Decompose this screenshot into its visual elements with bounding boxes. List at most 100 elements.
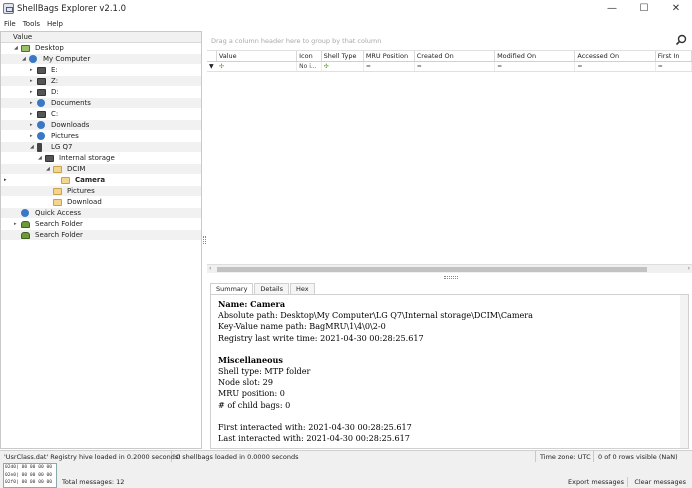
drive-icon <box>37 67 46 74</box>
summary-vertical-scrollbar[interactable] <box>680 295 688 448</box>
column-filter-cell[interactable]: = <box>364 62 415 71</box>
summary-node-slot: Node slot: 29 <box>218 377 273 388</box>
tree-item[interactable]: ▸ E: <box>1 65 201 76</box>
expand-toggle-icon[interactable]: ◢ <box>14 43 20 54</box>
tab-details[interactable]: Details <box>254 283 289 294</box>
tree-item[interactable]: ◢ Desktop <box>1 43 201 54</box>
tree-item[interactable]: ▸ Search Folder <box>1 219 201 230</box>
tree-item[interactable]: ▸ Camera <box>1 175 201 186</box>
column-header[interactable]: Value <box>217 51 298 61</box>
grid-filter-row: ▼ ✣ No i... ✣ = = = = = <box>207 62 692 72</box>
clear-messages-button[interactable]: Clear messages <box>631 477 689 487</box>
column-header[interactable]: Shell Type <box>322 51 364 61</box>
tree-item[interactable]: Pictures <box>1 186 201 197</box>
tree-item-label: Download <box>67 198 102 206</box>
column-header[interactable]: First In <box>656 51 692 61</box>
column-filter-cell[interactable]: ✣ <box>322 62 364 71</box>
tree-item[interactable]: Quick Access <box>1 208 201 219</box>
column-filter-cell[interactable]: = <box>575 62 656 71</box>
horizontal-splitter[interactable] <box>444 276 458 279</box>
column-header[interactable]: Accessed On <box>575 51 656 61</box>
hex-line: 02d0| 00 00 00 00 <box>5 465 53 470</box>
tree-item[interactable]: ▸ C: <box>1 109 201 120</box>
expand-toggle-icon[interactable]: ◢ <box>38 153 44 164</box>
scroll-thumb[interactable] <box>217 267 647 272</box>
expand-toggle-icon[interactable]: ▸ <box>30 65 36 76</box>
vertical-splitter[interactable] <box>203 236 206 244</box>
expand-toggle-icon[interactable]: ▸ <box>30 87 36 98</box>
column-filter-cell[interactable]: = <box>415 62 496 71</box>
drive-icon <box>45 155 54 162</box>
expand-toggle-icon[interactable]: ◢ <box>22 54 28 65</box>
gear-icon <box>29 55 37 63</box>
tab-hex[interactable]: Hex <box>289 283 315 294</box>
tree-item-label: Pictures <box>51 132 79 140</box>
summary-mru-position: MRU position: 0 <box>218 388 285 399</box>
filter-operator-icon[interactable]: ✣ <box>219 63 224 70</box>
maximize-button[interactable]: ☐ <box>628 0 660 17</box>
tree-item-label: My Computer <box>43 55 91 63</box>
tree-item[interactable]: ◢ My Computer <box>1 54 201 65</box>
drive-icon <box>37 111 46 118</box>
status-bags-loaded: 0 shellbags loaded in 0.0000 seconds <box>172 451 536 462</box>
horizontal-scrollbar[interactable]: ‹ › <box>207 264 692 273</box>
folder-icon <box>53 166 62 173</box>
column-header[interactable]: MRU Position <box>364 51 415 61</box>
grid-header: Value Icon Shell Type MRU Position Created O… <box>207 51 692 62</box>
minimize-button[interactable]: — <box>596 0 628 17</box>
tree-item-label: LG Q7 <box>51 143 73 151</box>
tree-item-label: Search Folder <box>35 231 83 239</box>
home-icon <box>21 45 30 52</box>
export-messages-button[interactable]: Export messages <box>565 477 628 487</box>
column-header[interactable]: Modified On <box>495 51 576 61</box>
column-header[interactable]: Created On <box>415 51 496 61</box>
tree-item[interactable]: ◢ LG Q7 <box>1 142 201 153</box>
expand-toggle-icon[interactable]: ◢ <box>46 164 52 175</box>
grid-body <box>207 72 692 258</box>
tree-item[interactable]: ◢ Internal storage <box>1 153 201 164</box>
search-icon[interactable] <box>675 34 687 46</box>
scroll-right-icon[interactable]: › <box>688 265 690 272</box>
hex-preview: 02d0| 00 00 00 00 02e0| 00 00 00 00 02f0… <box>3 463 57 488</box>
menu-tools[interactable]: Tools <box>23 20 40 28</box>
tree-item[interactable]: ▸ Documents <box>1 98 201 109</box>
group-panel[interactable]: Drag a column header here to group by th… <box>207 31 692 51</box>
expand-toggle-icon[interactable]: ▸ <box>30 76 36 87</box>
scroll-left-icon[interactable]: ‹ <box>209 265 211 272</box>
gear-icon <box>21 209 29 217</box>
tree-item-label: Documents <box>51 99 91 107</box>
tree-item[interactable]: ▸ D: <box>1 87 201 98</box>
shellbags-tree: Value ◢ Desktop ◢ My Computer ▸ E: ▸ Z: ▸ D: ▸ Docu… <box>0 31 202 449</box>
expand-toggle-icon[interactable]: ▸ <box>30 131 36 142</box>
tree-header[interactable]: Value <box>1 32 201 43</box>
column-header[interactable]: Icon <box>297 51 322 61</box>
column-filter-cell[interactable]: = <box>495 62 576 71</box>
status-hive-loaded: 'UsrClass.dat' Registry hive loaded in 0… <box>0 451 181 462</box>
tree-item[interactable]: ◢ DCIM <box>1 164 201 175</box>
tree-item[interactable]: Download <box>1 197 201 208</box>
expand-toggle-icon[interactable]: ▸ <box>14 219 20 230</box>
menu-file[interactable]: File <box>4 20 16 28</box>
tree-item[interactable]: ▸ Pictures <box>1 131 201 142</box>
menu-bar: File Tools Help <box>0 17 692 30</box>
tab-summary[interactable]: Summary <box>210 283 254 294</box>
expand-toggle-icon[interactable]: ▸ <box>30 98 36 109</box>
phone-icon <box>37 143 42 152</box>
expand-toggle-icon[interactable]: ▸ <box>30 120 36 131</box>
gear-icon <box>37 121 45 129</box>
menu-help[interactable]: Help <box>47 20 63 28</box>
filter-operator-icon[interactable]: ✣ <box>324 63 329 70</box>
column-filter-cell[interactable]: No i... <box>297 62 322 71</box>
tree-item[interactable]: ▸ Z: <box>1 76 201 87</box>
column-filter-cell[interactable]: ✣ <box>217 62 298 71</box>
tree-item-label: Desktop <box>35 44 64 52</box>
expand-toggle-icon[interactable]: ▸ <box>30 109 36 120</box>
column-filter-cell[interactable]: = <box>656 62 692 71</box>
user-icon <box>21 221 30 228</box>
tree-item[interactable]: Search Folder <box>1 230 201 241</box>
expand-toggle-icon[interactable]: ◢ <box>30 142 36 153</box>
hex-line: 02f0| 00 00 00 00 <box>5 480 53 485</box>
tree-item[interactable]: ▸ Downloads <box>1 120 201 131</box>
summary-shell-type: Shell type: MTP folder <box>218 366 311 377</box>
close-button[interactable]: ✕ <box>660 0 692 17</box>
